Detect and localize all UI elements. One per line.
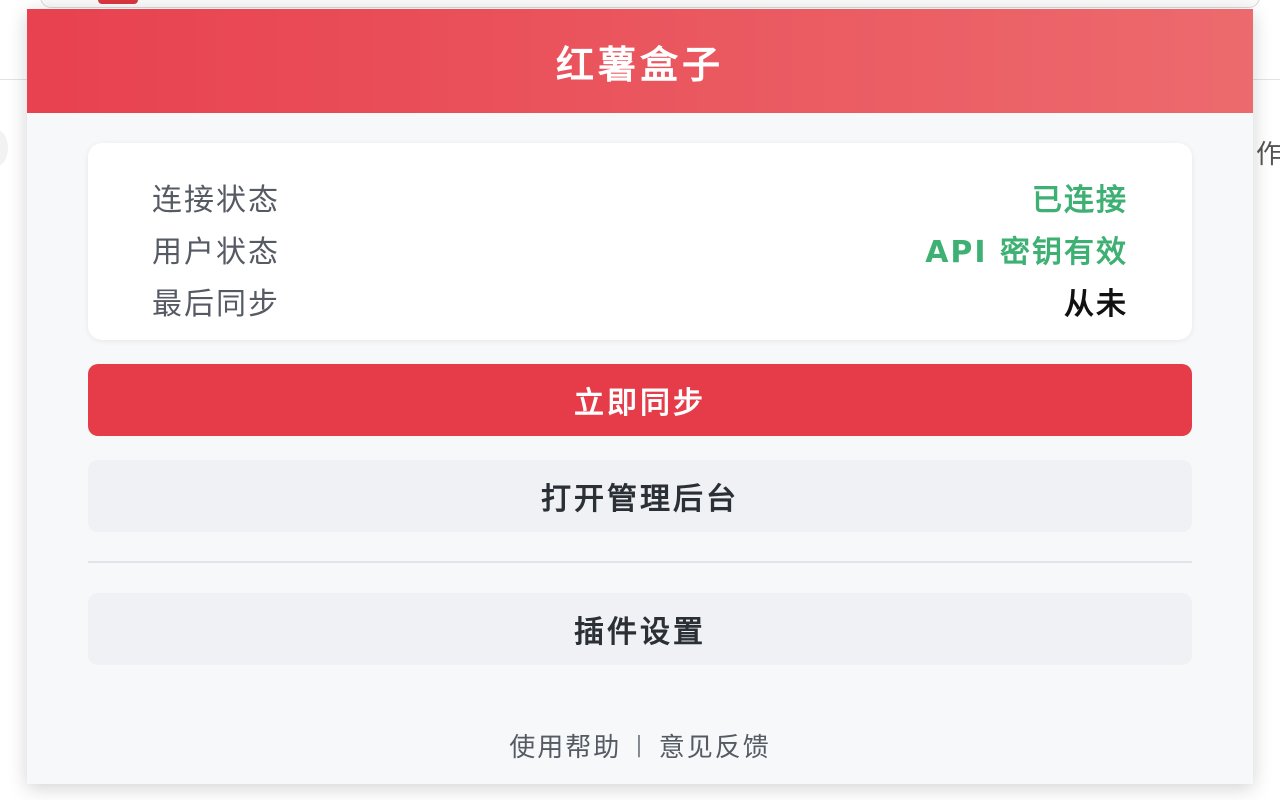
last-sync-label: 最后同步: [152, 287, 280, 322]
extension-popup: 红薯盒子 连接状态 已连接 用户状态 API 密钥有效 最后同步 从未 立即同步…: [27, 9, 1253, 784]
status-row-last-sync: 最后同步 从未: [152, 275, 1128, 327]
tab-favicon-icon: [98, 0, 138, 4]
sync-now-button[interactable]: 立即同步: [88, 364, 1192, 436]
popup-footer: 使用帮助 | 意见反馈: [27, 727, 1253, 764]
background-page-element: [0, 130, 8, 166]
connection-status-label: 连接状态: [152, 183, 280, 218]
feedback-link[interactable]: 意见反馈: [659, 727, 771, 764]
status-row-connection: 连接状态 已连接: [152, 171, 1128, 223]
status-row-user: 用户状态 API 密钥有效: [152, 223, 1128, 275]
open-admin-button[interactable]: 打开管理后台: [88, 460, 1192, 532]
help-link[interactable]: 使用帮助: [509, 727, 621, 764]
plugin-settings-button[interactable]: 插件设置: [88, 593, 1192, 665]
user-status-label: 用户状态: [152, 235, 280, 270]
footer-separator: |: [635, 733, 645, 758]
address-bar[interactable]: [40, 0, 1260, 8]
user-status-value: API 密钥有效: [925, 235, 1128, 270]
divider: [88, 561, 1192, 563]
popup-title: 红薯盒子: [555, 42, 724, 87]
status-card: 连接状态 已连接 用户状态 API 密钥有效 最后同步 从未: [88, 143, 1192, 340]
background-page-text: 作: [1256, 140, 1280, 170]
last-sync-value: 从未: [1064, 287, 1128, 322]
popup-header: 红薯盒子: [27, 9, 1253, 113]
connection-status-value: 已连接: [1032, 183, 1128, 218]
